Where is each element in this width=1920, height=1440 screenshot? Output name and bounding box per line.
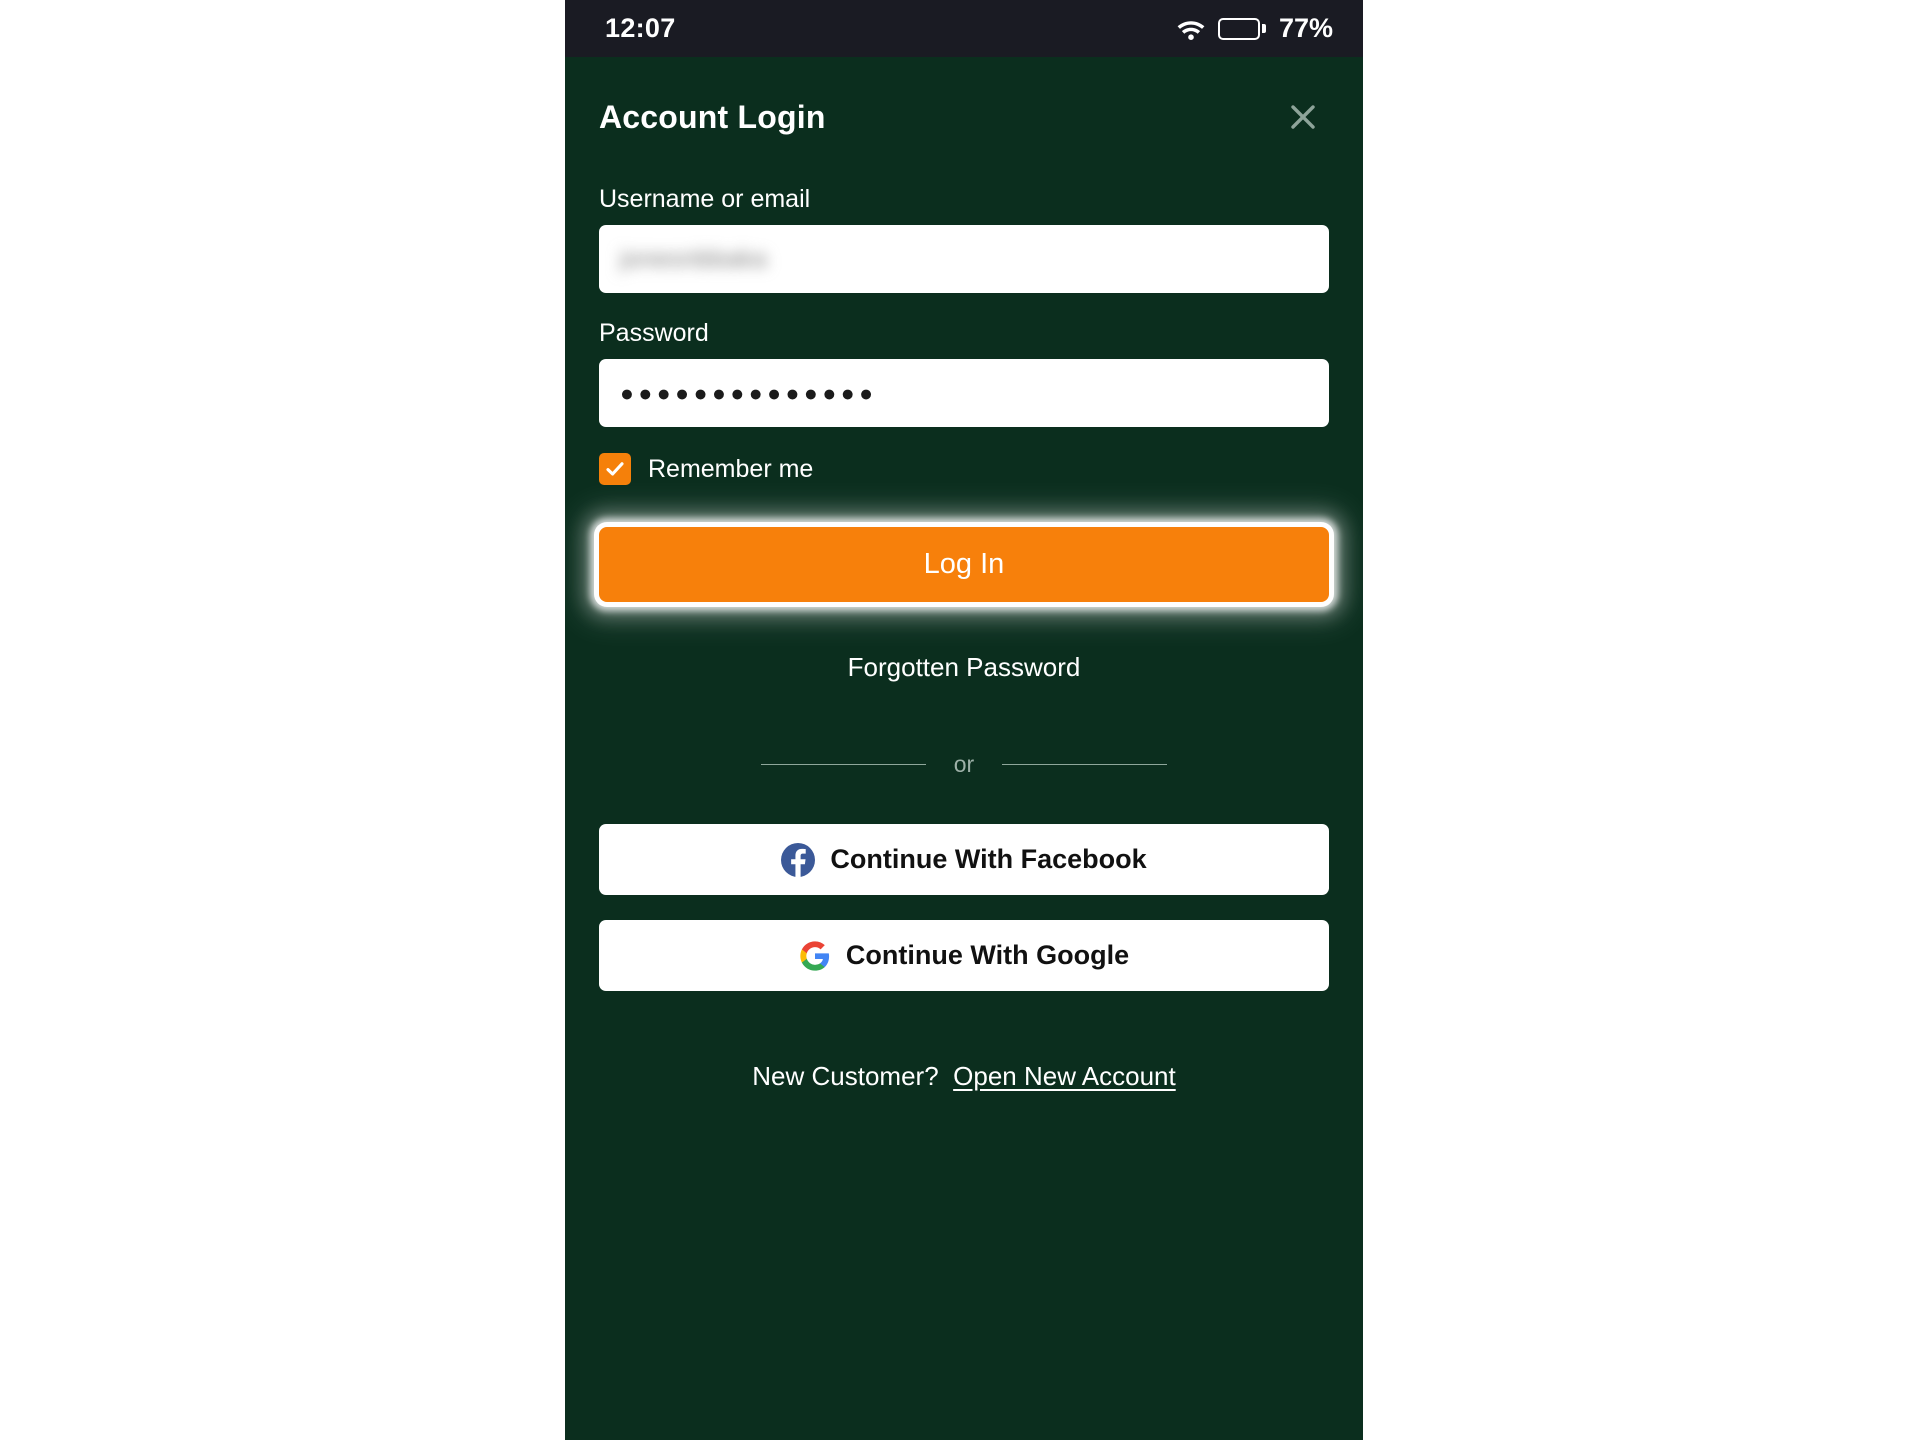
- divider-label: or: [953, 751, 975, 777]
- close-icon[interactable]: [1281, 95, 1325, 139]
- remember-me-label: Remember me: [648, 454, 814, 483]
- new-customer-row: New Customer? Open New Account: [565, 1061, 1363, 1092]
- divider-line-left: [760, 763, 926, 766]
- wifi-icon: [1175, 17, 1207, 41]
- google-button-label: Continue With Google: [845, 940, 1130, 970]
- login-button[interactable]: Log In: [599, 527, 1329, 602]
- open-new-account-link[interactable]: Open New Account: [953, 1061, 1176, 1091]
- facebook-icon: [781, 842, 816, 877]
- battery-icon: [1218, 17, 1266, 40]
- mobile-viewport: 12:07 77% Account Login Username or emai…: [565, 0, 1363, 1440]
- checkmark-icon: [606, 462, 624, 476]
- login-button-wrapper: Log In: [599, 527, 1329, 602]
- status-bar-indicators: 77%: [1175, 13, 1333, 44]
- social-login-group: Continue With Facebook Continue With Goo…: [565, 824, 1363, 991]
- divider-line-right: [1002, 763, 1168, 766]
- continue-with-google-button[interactable]: Continue With Google: [599, 920, 1329, 991]
- password-field-group: Password ●●●●●●●●●●●●●●: [599, 319, 1329, 427]
- new-customer-prompt: New Customer?: [752, 1061, 939, 1091]
- facebook-button-label: Continue With Facebook: [830, 844, 1147, 874]
- username-value: jonesnbbaka: [620, 244, 768, 273]
- remember-me-checkbox[interactable]: [599, 453, 631, 485]
- password-input[interactable]: ●●●●●●●●●●●●●●: [599, 359, 1329, 427]
- battery-percentage: 77%: [1278, 13, 1333, 43]
- continue-with-facebook-button[interactable]: Continue With Facebook: [599, 824, 1329, 895]
- login-form: Username or email jonesnbbaka Password ●…: [565, 185, 1363, 683]
- status-bar-clock: 12:07: [605, 13, 676, 43]
- password-label: Password: [599, 319, 709, 347]
- password-value: ●●●●●●●●●●●●●●: [620, 379, 878, 406]
- google-icon: [799, 940, 831, 972]
- remember-me-row[interactable]: Remember me: [599, 453, 1329, 485]
- status-bar: 12:07 77%: [565, 0, 1363, 57]
- username-input[interactable]: jonesnbbaka: [599, 225, 1329, 293]
- username-field-group: Username or email jonesnbbaka: [599, 185, 1329, 293]
- screenshot-canvas: 12:07 77% Account Login Username or emai…: [0, 0, 1920, 1440]
- username-label: Username or email: [599, 185, 811, 213]
- or-divider: or: [565, 751, 1363, 778]
- forgot-password-link[interactable]: Forgotten Password: [599, 652, 1329, 683]
- dialog-header: Account Login: [565, 57, 1363, 139]
- page-title: Account Login: [599, 98, 826, 135]
